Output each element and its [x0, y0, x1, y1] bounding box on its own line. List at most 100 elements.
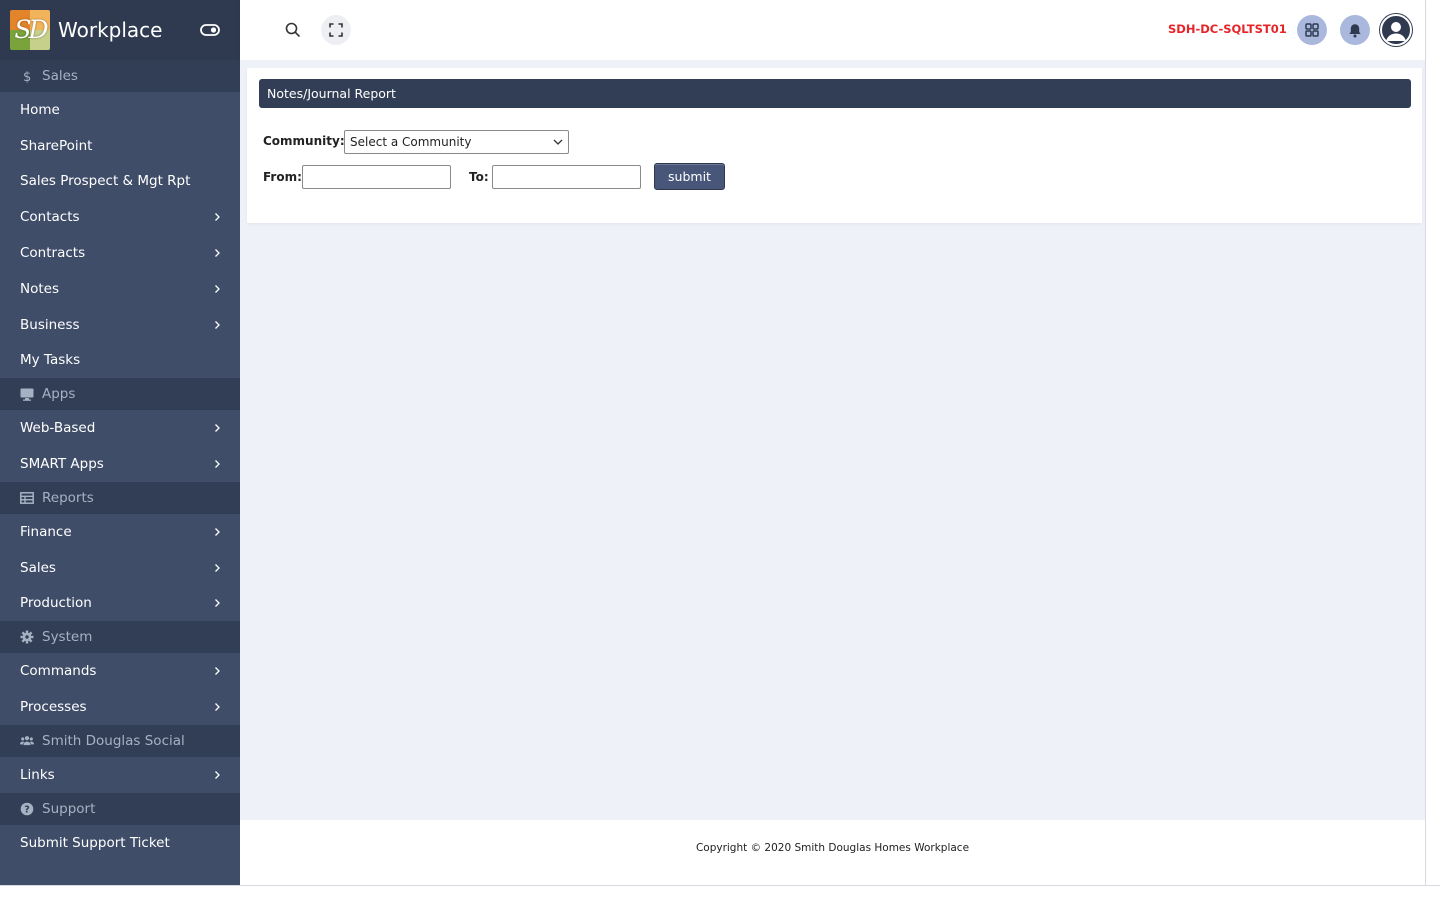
dollar-icon: $ [20, 69, 34, 83]
main-content: Notes/Journal Report Community: Select a… [240, 60, 1425, 820]
sidebar-item-system-commands[interactable]: Commands [0, 653, 240, 689]
report-card: Notes/Journal Report Community: Select a… [247, 68, 1422, 223]
to-date-input[interactable] [492, 165, 641, 189]
sidebar-item-label: My Tasks [20, 352, 81, 369]
toggle-icon[interactable] [200, 20, 220, 40]
sidebar-item-label: Sales Prospect & Mgt Rpt [20, 173, 191, 190]
chevron-right-icon [215, 563, 220, 572]
server-name: SDH-DC-SQLTST01 [1168, 22, 1287, 36]
top-header: SDH-DC-SQLTST01 [240, 0, 1425, 60]
sidebar-item-label: Home [20, 101, 60, 118]
fullscreen-icon [329, 23, 343, 37]
sidebar-item-label: Business [20, 316, 80, 333]
notifications-button[interactable] [1340, 15, 1370, 45]
sidebar-section-apps: Apps [0, 378, 240, 411]
chevron-right-icon [215, 249, 220, 258]
community-select[interactable]: Select a Community [344, 130, 569, 154]
bell-icon [1349, 23, 1361, 37]
chevron-right-icon [215, 599, 220, 608]
sidebar-item-reports-finance[interactable]: Finance [0, 514, 240, 550]
sidebar-item-label: SharePoint [20, 137, 93, 154]
sidebar-item-sales-home[interactable]: Home [0, 92, 240, 128]
sidebar-item-sales-sharepoint[interactable]: SharePoint [0, 128, 240, 164]
sidebar-item-smith-douglas-social-links[interactable]: Links [0, 757, 240, 793]
chevron-right-icon [215, 284, 220, 293]
company-logo[interactable]: SD [10, 10, 50, 50]
chevron-right-icon [215, 320, 220, 329]
sidebar-section-reports: Reports [0, 481, 240, 514]
sidebar-section-support: ? Support [0, 792, 240, 825]
table-icon [20, 491, 34, 505]
from-date-input[interactable] [302, 165, 451, 189]
question-icon: ? [20, 802, 34, 816]
chevron-right-icon [215, 527, 220, 536]
chevron-right-icon [215, 667, 220, 676]
chevron-right-icon [215, 770, 220, 779]
sidebar-item-label: SMART Apps [20, 456, 104, 473]
chevron-right-icon [215, 703, 220, 712]
sidebar-section-label: Smith Douglas Social [42, 732, 185, 749]
sidebar-item-label: Contacts [20, 209, 80, 226]
community-label: Community: [263, 134, 345, 148]
sidebar-section-label: System [42, 629, 93, 646]
sidebar-section-smith-douglas-social: Smith Douglas Social [0, 724, 240, 757]
sidebar-section-label: Reports [42, 489, 94, 506]
sidebar-section-label: Support [42, 800, 96, 817]
sidebar-item-label: Web-Based [20, 420, 96, 437]
copyright-text: Copyright © 2020 Smith Douglas Homes Wor… [695, 842, 970, 854]
sidebar-item-label: Submit Support Ticket [20, 834, 170, 851]
sidebar-item-sales-business[interactable]: Business [0, 307, 240, 343]
sidebar-item-support-submit-support-ticket[interactable]: Submit Support Ticket [0, 825, 240, 861]
page-edge [1425, 0, 1426, 885]
sidebar-item-label: Notes [20, 280, 59, 297]
sidebar-item-reports-production[interactable]: Production [0, 586, 240, 622]
user-avatar[interactable] [1380, 14, 1412, 46]
sidebar-section-system: System [0, 621, 240, 654]
report-title: Notes/Journal Report [259, 79, 1411, 108]
monitor-icon [20, 387, 34, 401]
sidebar-item-sales-contracts[interactable]: Contracts [0, 235, 240, 271]
chevron-right-icon [215, 460, 220, 469]
sidebar-item-apps-smart-apps[interactable]: SMART Apps [0, 446, 240, 482]
apps-grid-button[interactable] [1297, 15, 1327, 45]
brand-title: Workplace [58, 18, 163, 42]
from-label: From: [263, 170, 302, 184]
svg-text:?: ? [24, 804, 30, 815]
sidebar-item-sales-contacts[interactable]: Contacts [0, 199, 240, 235]
chevron-right-icon [215, 213, 220, 222]
sidebar-section-label: Apps [42, 386, 76, 403]
sidebar-item-label: Commands [20, 663, 97, 680]
community-selected-value: Select a Community [350, 135, 472, 149]
to-label: To: [469, 170, 489, 184]
chevron-right-icon [215, 424, 220, 433]
users-icon [20, 734, 34, 748]
sidebar-nav: $ Sales Home SharePoint Sales Prospect & Mgt… [0, 60, 240, 861]
sidebar-item-label: Sales [20, 559, 56, 576]
sidebar-item-label: Processes [20, 699, 87, 716]
sidebar-item-reports-sales[interactable]: Sales [0, 550, 240, 586]
sidebar-item-label: Production [20, 595, 92, 612]
logo-letters: SD [14, 15, 48, 44]
sidebar-item-sales-sales-prospect-mgt-rpt[interactable]: Sales Prospect & Mgt Rpt [0, 164, 240, 200]
sidebar-section-sales: $ Sales [0, 60, 240, 92]
sidebar-item-label: Links [20, 766, 55, 783]
sidebar-item-system-processes[interactable]: Processes [0, 689, 240, 725]
gear-icon [20, 630, 34, 644]
sidebar-item-sales-notes[interactable]: Notes [0, 271, 240, 307]
page-bottom-edge [0, 885, 1440, 900]
brand: SD Workplace [0, 0, 240, 60]
search-icon[interactable] [282, 19, 304, 41]
svg-text:$: $ [23, 70, 31, 83]
chevron-down-icon [553, 139, 563, 145]
fullscreen-button[interactable] [321, 15, 351, 45]
sidebar-item-label: Finance [20, 523, 72, 540]
grid-icon [1305, 23, 1319, 37]
footer: Copyright © 2020 Smith Douglas Homes Wor… [240, 820, 1425, 885]
sidebar: SD Workplace $ Sales Home SharePoint Sales P… [0, 0, 240, 885]
sidebar-item-apps-web-based[interactable]: Web-Based [0, 410, 240, 446]
sidebar-item-label: Contracts [20, 245, 86, 262]
sidebar-section-label: Sales [42, 68, 78, 84]
sidebar-item-sales-my-tasks[interactable]: My Tasks [0, 343, 240, 379]
user-icon [1386, 22, 1406, 41]
submit-button[interactable]: submit [654, 163, 725, 190]
